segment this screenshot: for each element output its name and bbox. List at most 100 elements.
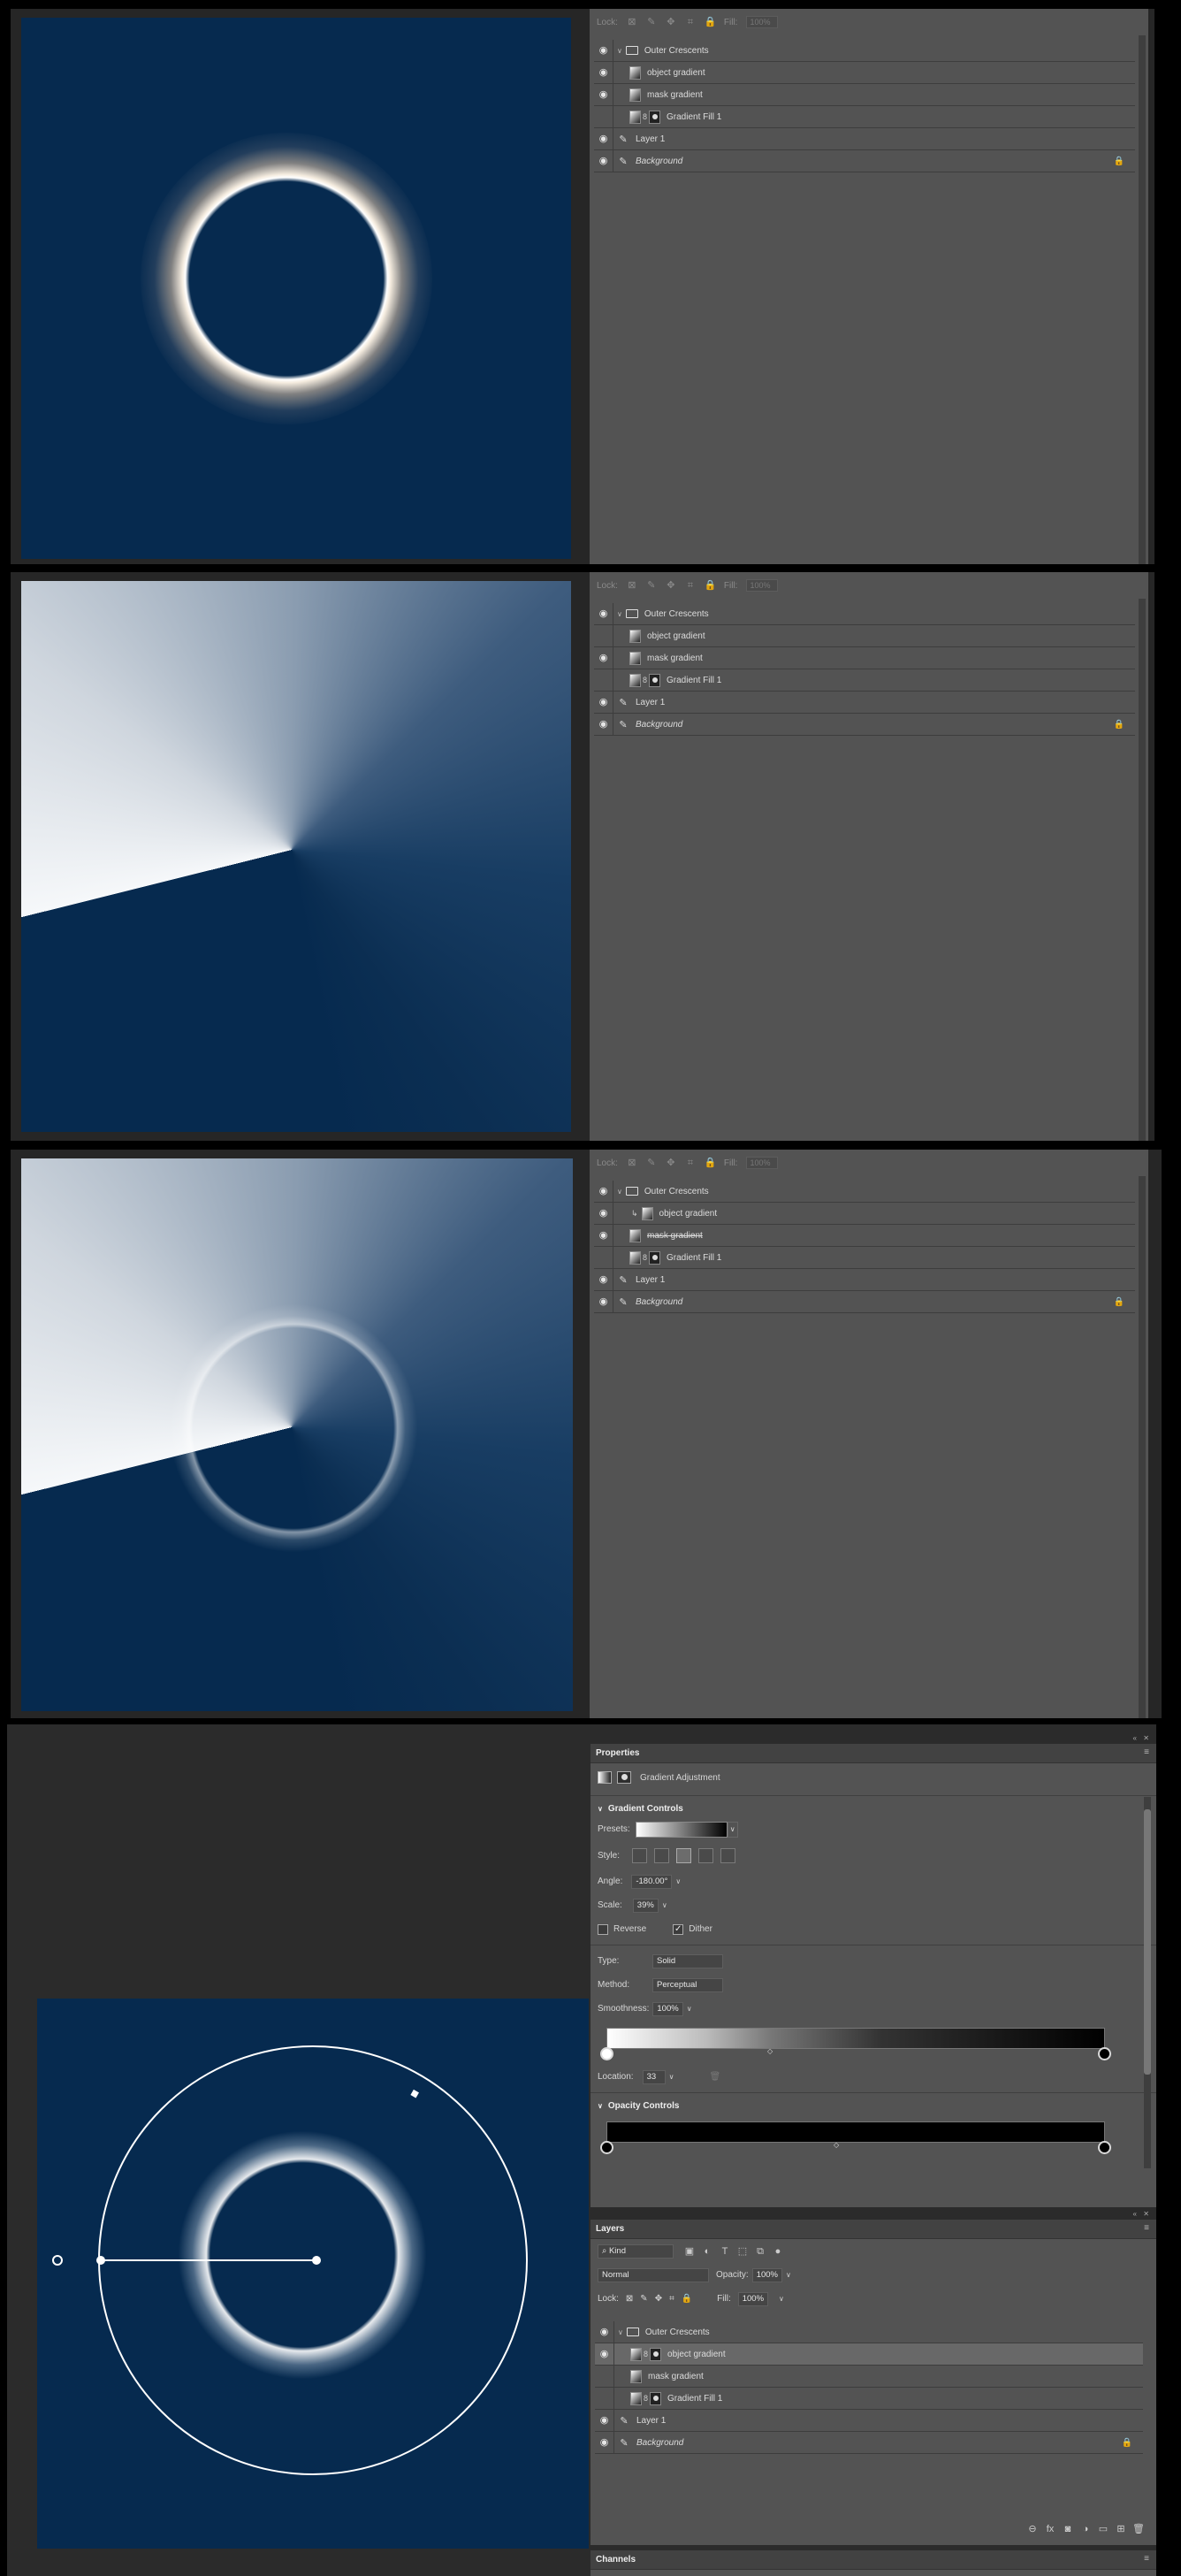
- visibility-eye-icon[interactable]: ◉: [594, 692, 613, 713]
- layer-row[interactable]: ◉ mask gradient: [595, 2366, 1143, 2388]
- visibility-eye-icon[interactable]: ◉: [594, 1203, 613, 1224]
- chain-link-icon[interactable]: 8: [644, 2350, 648, 2358]
- visibility-eye-icon[interactable]: ◉: [594, 84, 613, 105]
- chevron-down-icon[interactable]: ∨: [687, 2005, 692, 2013]
- angle-handle-start[interactable]: [96, 2256, 105, 2265]
- lock-brush-icon[interactable]: ✎: [646, 17, 657, 27]
- layer-row[interactable]: ◉ ∨ Outer Crescents: [594, 1181, 1135, 1203]
- lock-all-icon[interactable]: 🔒: [705, 17, 717, 27]
- chain-link-icon[interactable]: 8: [643, 112, 647, 121]
- layer-thumbnail[interactable]: [629, 65, 641, 80]
- layer-row[interactable]: ◉ ✎ Layer 1: [594, 692, 1135, 714]
- smart-object-filter-icon[interactable]: ⧉: [751, 2243, 769, 2260]
- layer-thumbnail[interactable]: [629, 673, 641, 687]
- folder-icon[interactable]: ▭: [1094, 2520, 1112, 2538]
- presets-swatch[interactable]: [635, 1821, 728, 1838]
- visibility-eye-icon[interactable]: ◉: [594, 714, 613, 735]
- collapse-icon[interactable]: «: [1133, 2210, 1137, 2218]
- scrollbar[interactable]: [1139, 35, 1146, 564]
- layer-row[interactable]: ◉ ∨ Outer Crescents: [594, 40, 1135, 62]
- type-select[interactable]: Solid: [652, 1953, 723, 1968]
- visibility-eye-icon[interactable]: ◉: [594, 1269, 613, 1290]
- diamond-style-button[interactable]: [720, 1847, 736, 1863]
- lock-pixels-icon[interactable]: ⊠: [626, 2294, 633, 2304]
- lock-brush-icon[interactable]: ✎: [646, 580, 657, 591]
- lock-pixels-icon[interactable]: ⊠: [627, 17, 637, 27]
- lock-pixels-icon[interactable]: ⊠: [627, 580, 637, 591]
- layer-thumbnail[interactable]: [629, 110, 641, 124]
- chevron-down-icon[interactable]: ∨: [662, 1901, 667, 1909]
- visibility-eye-icon[interactable]: ◉: [594, 625, 613, 646]
- layer-row[interactable]: ◉ 8 Gradient Fill 1: [595, 2388, 1143, 2410]
- visibility-eye-icon[interactable]: ◉: [594, 62, 613, 83]
- color-stop-black[interactable]: [1098, 2047, 1111, 2060]
- layer-row[interactable]: ◉ ∨ Outer Crescents: [594, 603, 1135, 625]
- panel-menu-icon[interactable]: ≡: [1144, 2223, 1149, 2233]
- canvas-1[interactable]: [21, 18, 571, 559]
- opacity-controls-section[interactable]: ∨ Opacity Controls: [590, 2097, 1156, 2114]
- lock-all-icon[interactable]: 🔒: [705, 580, 717, 591]
- visibility-eye-icon[interactable]: ◉: [594, 1247, 613, 1268]
- layer-row[interactable]: ◉ ✎ Background 🔒: [594, 150, 1135, 172]
- mask-thumbnail[interactable]: [649, 110, 661, 124]
- chain-link-icon[interactable]: 8: [643, 676, 647, 684]
- layer-row[interactable]: ◉ ✎ Layer 1: [595, 2410, 1143, 2432]
- mask-thumbnail[interactable]: [649, 673, 661, 687]
- trash-icon[interactable]: 🗑: [709, 2072, 720, 2082]
- panel-menu-icon[interactable]: ≡: [1144, 1747, 1149, 1757]
- gradient-ramp[interactable]: [606, 2028, 1105, 2049]
- linear-style-button[interactable]: [632, 1847, 648, 1863]
- chevron-down-icon[interactable]: ∨: [617, 47, 622, 55]
- midpoint-diamond[interactable]: ◇: [767, 2047, 773, 2055]
- fill-field[interactable]: 100%: [746, 1157, 779, 1169]
- blend-mode-select[interactable]: Normal: [598, 2267, 709, 2282]
- chevron-down-icon[interactable]: ∨: [727, 1821, 738, 1838]
- location-field[interactable]: 33: [642, 2069, 666, 2084]
- lock-move-icon[interactable]: ✥: [666, 1158, 676, 1168]
- visibility-eye-icon[interactable]: ◉: [594, 128, 613, 149]
- lock-artboard-icon[interactable]: ⌗: [685, 17, 696, 27]
- layer-thumbnail[interactable]: [630, 2391, 642, 2405]
- mask-icon[interactable]: ◙: [1059, 2520, 1077, 2538]
- link-icon[interactable]: ⊖: [1024, 2520, 1041, 2538]
- visibility-eye-icon[interactable]: ◉: [594, 40, 613, 61]
- new-layer-icon[interactable]: ⊞: [1112, 2520, 1130, 2538]
- lock-artboard-icon[interactable]: ⌗: [685, 580, 696, 591]
- visibility-eye-icon[interactable]: ◉: [594, 1225, 613, 1246]
- lock-move-icon[interactable]: ✥: [666, 17, 676, 27]
- outer-handle[interactable]: [52, 2255, 63, 2266]
- shape-filter-icon[interactable]: ⬚: [734, 2243, 751, 2260]
- filter-toggle-icon[interactable]: ●: [769, 2243, 787, 2260]
- color-stop-white[interactable]: [600, 2047, 613, 2060]
- scroll-thumb[interactable]: [1144, 1809, 1151, 2075]
- lock-brush-icon[interactable]: ✎: [646, 1158, 657, 1168]
- visibility-eye-icon[interactable]: ◉: [594, 1181, 613, 1202]
- lock-move-icon[interactable]: ✥: [666, 580, 676, 591]
- scale-field[interactable]: 39%: [632, 1898, 659, 1913]
- lock-artboard-icon[interactable]: ⌗: [685, 1158, 696, 1168]
- layer-thumbnail[interactable]: [630, 2347, 642, 2361]
- layer-thumbnail[interactable]: [629, 1228, 641, 1242]
- lock-all-icon[interactable]: 🔒: [705, 1158, 717, 1168]
- dither-checkbox[interactable]: ✓: [673, 1923, 684, 1935]
- layer-thumbnail[interactable]: [641, 1206, 653, 1220]
- layer-row[interactable]: ◉ mask gradient: [594, 647, 1135, 669]
- opacity-stop-start[interactable]: [600, 2141, 613, 2154]
- kind-filter[interactable]: ⌕ Kind: [598, 2243, 674, 2259]
- mask-thumbnail[interactable]: [650, 2391, 662, 2405]
- visibility-eye-icon[interactable]: ◉: [595, 2343, 614, 2365]
- fill-field[interactable]: 100%: [746, 16, 779, 28]
- mask-icon[interactable]: [617, 1771, 631, 1784]
- visibility-eye-icon[interactable]: ◉: [594, 603, 613, 624]
- layer-thumbnail[interactable]: [630, 2369, 642, 2383]
- chain-link-icon[interactable]: 8: [644, 2394, 648, 2403]
- center-handle[interactable]: [312, 2256, 321, 2265]
- visibility-eye-icon[interactable]: ◉: [594, 669, 613, 691]
- layer-row[interactable]: ◉ 8 Gradient Fill 1: [594, 106, 1135, 128]
- chevron-down-icon[interactable]: ∨: [786, 2271, 791, 2279]
- smoothness-field[interactable]: 100%: [652, 2001, 683, 2016]
- canvas-4[interactable]: [37, 1999, 589, 2549]
- channels-tab[interactable]: Channels ≡: [590, 2550, 1156, 2570]
- midpoint-diamond[interactable]: ◇: [834, 2141, 839, 2149]
- reverse-checkbox[interactable]: [598, 1923, 608, 1935]
